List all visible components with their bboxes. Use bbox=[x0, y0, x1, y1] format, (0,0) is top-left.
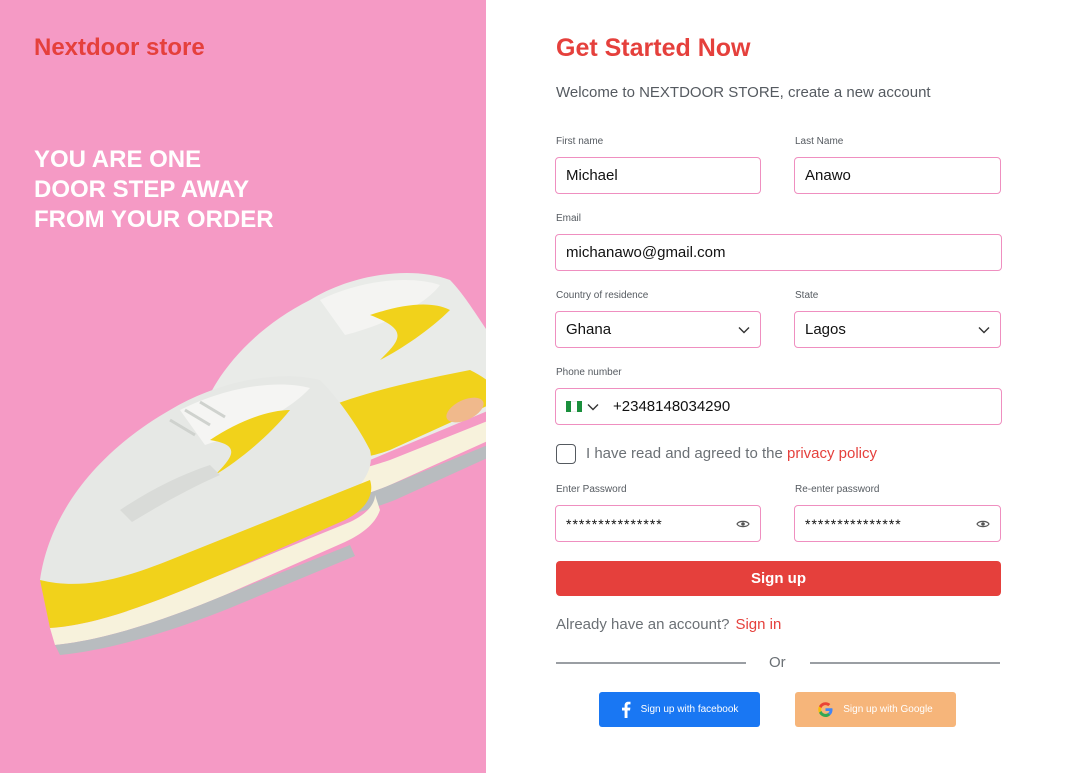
email-field[interactable]: michanawo@gmail.com bbox=[555, 234, 1002, 271]
phone-value: +2348148034290 bbox=[613, 398, 731, 415]
state-select[interactable]: Lagos bbox=[794, 311, 1001, 348]
page-title: Get Started Now bbox=[556, 34, 751, 62]
facebook-signup-button[interactable]: Sign up with facebook bbox=[599, 692, 760, 727]
country-code-selector[interactable] bbox=[566, 401, 599, 412]
phone-label: Phone number bbox=[556, 367, 622, 378]
hero-tagline: YOU ARE ONE DOOR STEP AWAY FROM YOUR ORD… bbox=[34, 145, 334, 235]
privacy-checkbox[interactable] bbox=[556, 444, 576, 464]
country-value: Ghana bbox=[566, 321, 612, 338]
phone-field[interactable]: +2348148034290 bbox=[555, 388, 1002, 425]
page-subtitle: Welcome to NEXTDOOR STORE, create a new … bbox=[556, 84, 931, 101]
sneaker-image bbox=[40, 272, 486, 655]
email-value: michanawo@gmail.com bbox=[566, 244, 726, 261]
first-name-field[interactable]: Michael bbox=[555, 157, 761, 194]
country-label: Country of residence bbox=[556, 290, 649, 301]
confirm-password-value: *************** bbox=[805, 515, 902, 532]
last-name-value: Anawo bbox=[805, 167, 851, 184]
signin-link[interactable]: Sign in bbox=[735, 616, 781, 633]
or-divider-text: Or bbox=[769, 654, 786, 671]
confirm-password-field[interactable]: *************** bbox=[794, 505, 1001, 542]
last-name-label: Last Name bbox=[795, 136, 844, 147]
agreement-text: I have read and agreed to the privacy po… bbox=[586, 445, 877, 462]
google-signup-button[interactable]: Sign up with Google bbox=[795, 692, 956, 727]
nigeria-flag-icon bbox=[566, 401, 582, 412]
first-name-label: First name bbox=[556, 136, 604, 147]
facebook-icon bbox=[621, 701, 631, 718]
signup-form: Get Started Now Welcome to NEXTDOOR STOR… bbox=[486, 0, 1080, 773]
last-name-field[interactable]: Anawo bbox=[794, 157, 1001, 194]
have-account-text: Already have an account? bbox=[556, 616, 730, 633]
eye-icon[interactable] bbox=[736, 519, 750, 529]
confirm-password-label: Re-enter password bbox=[795, 484, 880, 495]
tagline-line: FROM YOUR ORDER bbox=[34, 206, 274, 233]
chevron-down-icon bbox=[978, 326, 990, 333]
google-signup-label: Sign up with Google bbox=[843, 704, 933, 715]
state-label: State bbox=[795, 290, 819, 301]
country-select[interactable]: Ghana bbox=[555, 311, 761, 348]
tagline-line: YOU ARE ONE bbox=[34, 146, 202, 173]
divider-right bbox=[810, 662, 1000, 664]
email-label: Email bbox=[556, 213, 582, 224]
tagline-line: DOOR STEP AWAY bbox=[34, 176, 250, 203]
google-icon bbox=[818, 702, 833, 717]
facebook-signup-label: Sign up with facebook bbox=[640, 704, 739, 715]
hero-panel: Nextdoor store YOU ARE ONE DOOR STEP AWA… bbox=[0, 0, 486, 773]
privacy-policy-link[interactable]: privacy policy bbox=[787, 445, 877, 462]
divider-left bbox=[556, 662, 746, 664]
chevron-down-icon bbox=[587, 403, 599, 410]
brand-logo[interactable]: Nextdoor store bbox=[34, 34, 205, 62]
agreement-label: I have read and agreed to the bbox=[586, 445, 787, 462]
password-field[interactable]: *************** bbox=[555, 505, 761, 542]
password-value: *************** bbox=[566, 515, 663, 532]
signup-button[interactable]: Sign up bbox=[556, 561, 1001, 596]
eye-icon[interactable] bbox=[976, 519, 990, 529]
chevron-down-icon bbox=[738, 326, 750, 333]
state-value: Lagos bbox=[805, 321, 846, 338]
password-label: Enter Password bbox=[556, 484, 627, 495]
first-name-value: Michael bbox=[566, 167, 618, 184]
signin-prompt: Already have an account? Sign in bbox=[556, 616, 781, 633]
